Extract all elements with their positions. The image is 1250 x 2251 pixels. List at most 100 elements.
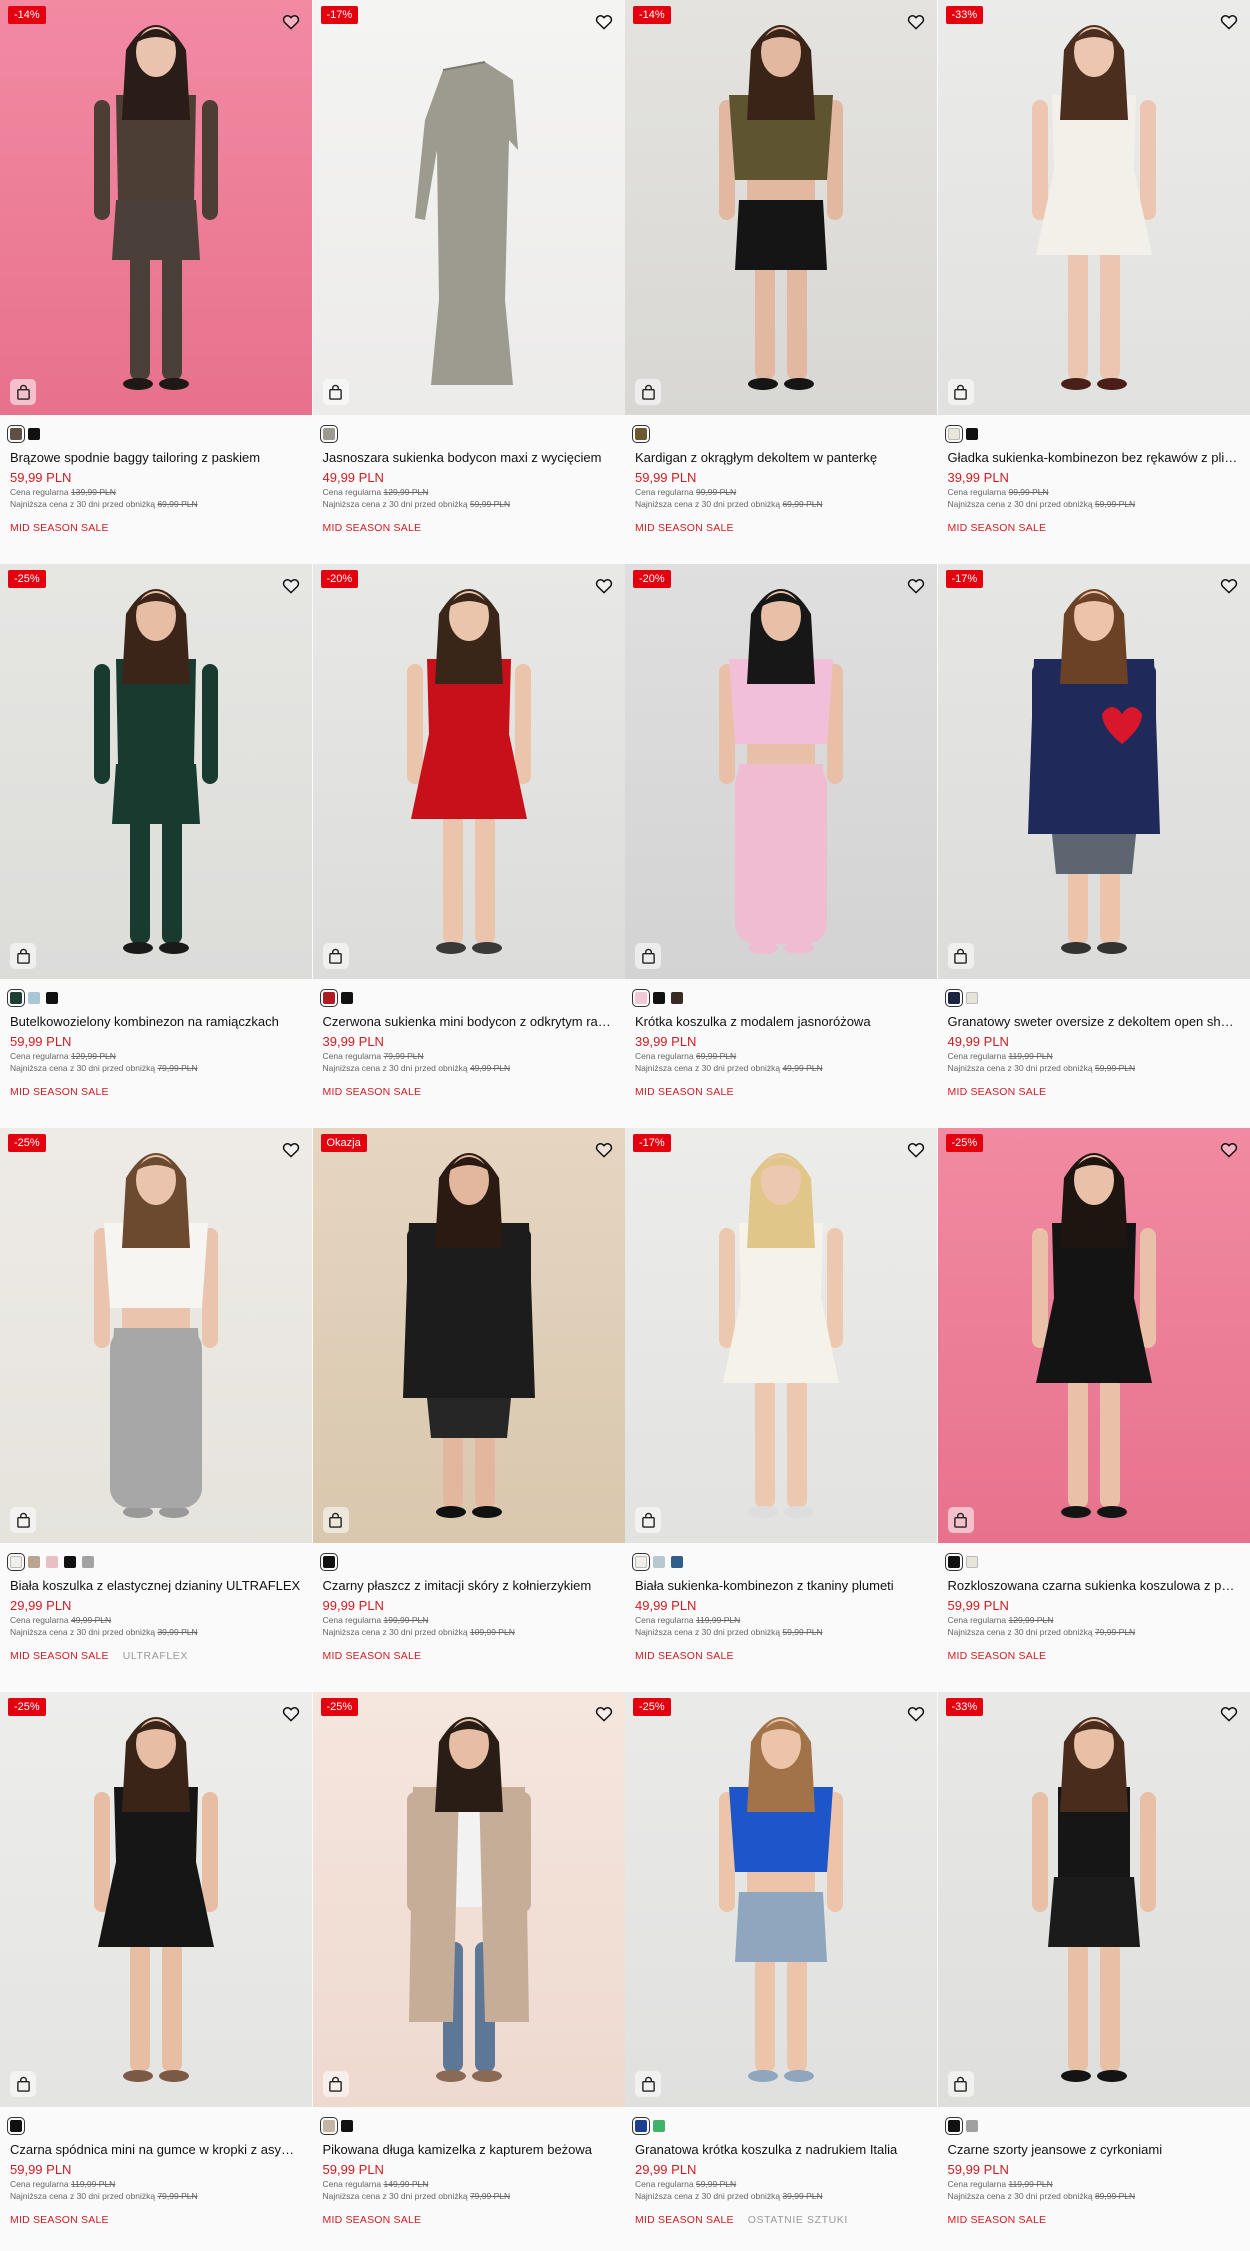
color-swatch[interactable] [671, 992, 683, 1004]
color-swatch[interactable] [319, 2117, 338, 2135]
product-card[interactable]: -33% Czarne szorty jeansowe z cyrkoniami… [937, 1692, 1250, 2251]
color-swatch[interactable] [7, 2117, 25, 2135]
color-swatch[interactable] [632, 1553, 650, 1571]
quick-add-bag-icon[interactable] [635, 2071, 661, 2097]
product-image[interactable]: -17% [937, 564, 1250, 979]
product-name[interactable]: Gładka sukienka-kombinezon bez rękawów z… [938, 441, 1250, 465]
color-swatch[interactable] [82, 1556, 94, 1568]
wishlist-heart-icon[interactable] [280, 574, 302, 596]
color-swatch[interactable] [632, 2117, 650, 2135]
product-card[interactable]: -17% Biała sukienka-kombinezon z tkaniny… [625, 1128, 938, 1692]
product-image[interactable]: -33% [937, 1692, 1250, 2107]
quick-add-bag-icon[interactable] [10, 943, 36, 969]
quick-add-bag-icon[interactable] [322, 2071, 349, 2097]
color-swatch[interactable] [319, 425, 338, 443]
color-swatch[interactable] [28, 428, 40, 440]
product-card[interactable]: -25% Biała koszulka z elastycznej dziani… [0, 1128, 313, 1692]
product-image[interactable]: -17% [312, 0, 625, 415]
wishlist-heart-icon[interactable] [1218, 574, 1240, 596]
color-swatch[interactable] [965, 428, 978, 440]
quick-add-bag-icon[interactable] [322, 1507, 349, 1533]
product-card[interactable]: -14% Brązowe spodnie baggy tailoring z p… [0, 0, 313, 564]
product-name[interactable]: Czarny płaszcz z imitacji skóry z kołnie… [313, 1569, 626, 1593]
color-swatch[interactable] [944, 1553, 963, 1571]
quick-add-bag-icon[interactable] [322, 379, 349, 405]
color-swatch[interactable] [653, 992, 665, 1004]
color-swatch[interactable] [653, 2120, 665, 2132]
product-name[interactable]: Rozkloszowana czarna sukienka koszulowa … [938, 1569, 1250, 1593]
product-image[interactable]: Okazja [312, 1128, 625, 1543]
wishlist-heart-icon[interactable] [905, 574, 927, 596]
quick-add-bag-icon[interactable] [10, 1507, 36, 1533]
color-swatch[interactable] [965, 1556, 978, 1568]
color-swatch[interactable] [7, 1553, 25, 1571]
wishlist-heart-icon[interactable] [280, 1138, 302, 1160]
wishlist-heart-icon[interactable] [280, 1702, 302, 1724]
quick-add-bag-icon[interactable] [947, 943, 974, 969]
product-card[interactable]: -33% Gładka sukienka-kombinezon bez ręka… [937, 0, 1250, 564]
color-swatch[interactable] [965, 992, 978, 1004]
color-swatch[interactable] [64, 1556, 76, 1568]
color-swatch[interactable] [7, 425, 25, 443]
product-name[interactable]: Jasnoszara sukienka bodycon maxi z wycię… [313, 441, 626, 465]
wishlist-heart-icon[interactable] [1218, 1702, 1240, 1724]
wishlist-heart-icon[interactable] [1218, 10, 1240, 32]
product-name[interactable]: Granatowy sweter oversize z dekoltem ope… [938, 1005, 1250, 1029]
color-swatch[interactable] [28, 1556, 40, 1568]
quick-add-bag-icon[interactable] [10, 2071, 36, 2097]
product-name[interactable]: Pikowana długa kamizelka z kapturem beżo… [313, 2133, 626, 2157]
wishlist-heart-icon[interactable] [905, 10, 927, 32]
quick-add-bag-icon[interactable] [10, 379, 36, 405]
product-name[interactable]: Krótka koszulka z modalem jasnoróżowa [625, 1005, 938, 1029]
quick-add-bag-icon[interactable] [635, 379, 661, 405]
product-card[interactable]: -25% Czarna spódnica mini na gumce w kro… [0, 1692, 313, 2251]
product-card[interactable]: -25% Granatowa krótka koszulka z nadruki… [625, 1692, 938, 2251]
wishlist-heart-icon[interactable] [905, 1702, 927, 1724]
color-swatch[interactable] [340, 992, 353, 1004]
wishlist-heart-icon[interactable] [593, 574, 615, 596]
quick-add-bag-icon[interactable] [635, 943, 661, 969]
product-name[interactable]: Kardigan z okrągłym dekoltem w panterkę [625, 441, 938, 465]
product-card[interactable]: -14% Kardigan z okrągłym dekoltem w pant… [625, 0, 938, 564]
color-swatch[interactable] [944, 425, 963, 443]
product-card[interactable]: -25% Rozkloszowana czarna sukienka koszu… [937, 1128, 1250, 1692]
product-card[interactable]: -17% Jasnoszara sukienka bodycon maxi z … [312, 0, 626, 564]
color-swatch[interactable] [632, 989, 650, 1007]
product-image[interactable]: -33% [937, 0, 1250, 415]
product-image[interactable]: -14% [625, 0, 937, 415]
product-image[interactable]: -17% [625, 1128, 937, 1543]
product-image[interactable]: -25% [0, 1692, 312, 2107]
color-swatch[interactable] [46, 1556, 58, 1568]
wishlist-heart-icon[interactable] [593, 1702, 615, 1724]
product-name[interactable]: Butelkowozielony kombinezon na ramiączka… [0, 1005, 313, 1029]
wishlist-heart-icon[interactable] [1218, 1138, 1240, 1160]
product-card[interactable]: -20% Czerwona sukienka mini bodycon z od… [312, 564, 626, 1128]
product-image[interactable]: -25% [312, 1692, 625, 2107]
color-swatch[interactable] [944, 989, 963, 1007]
quick-add-bag-icon[interactable] [947, 1507, 974, 1533]
product-image[interactable]: -25% [937, 1128, 1250, 1543]
product-card[interactable]: -25% Butelkowozielony kombinezon na rami… [0, 564, 313, 1128]
color-swatch[interactable] [632, 425, 650, 443]
product-name[interactable]: Czarna spódnica mini na gumce w kropki z… [0, 2133, 313, 2157]
color-swatch[interactable] [944, 2117, 963, 2135]
product-name[interactable]: Granatowa krótka koszulka z nadrukiem It… [625, 2133, 938, 2157]
quick-add-bag-icon[interactable] [322, 943, 349, 969]
wishlist-heart-icon[interactable] [905, 1138, 927, 1160]
color-swatch[interactable] [46, 992, 58, 1004]
color-swatch[interactable] [653, 1556, 665, 1568]
product-card[interactable]: -20% Krótka koszulka z modalem jasnoróżo… [625, 564, 938, 1128]
color-swatch[interactable] [319, 1553, 338, 1571]
color-swatch[interactable] [340, 2120, 353, 2132]
quick-add-bag-icon[interactable] [947, 379, 974, 405]
wishlist-heart-icon[interactable] [593, 10, 615, 32]
product-image[interactable]: -20% [312, 564, 625, 979]
product-card[interactable]: -17% Granatowy sweter oversize z dekolte… [937, 564, 1250, 1128]
color-swatch[interactable] [671, 1556, 683, 1568]
wishlist-heart-icon[interactable] [593, 1138, 615, 1160]
product-name[interactable]: Czerwona sukienka mini bodycon z odkryty… [313, 1005, 626, 1029]
color-swatch[interactable] [965, 2120, 978, 2132]
color-swatch[interactable] [28, 992, 40, 1004]
product-image[interactable]: -25% [0, 564, 312, 979]
color-swatch[interactable] [7, 989, 25, 1007]
